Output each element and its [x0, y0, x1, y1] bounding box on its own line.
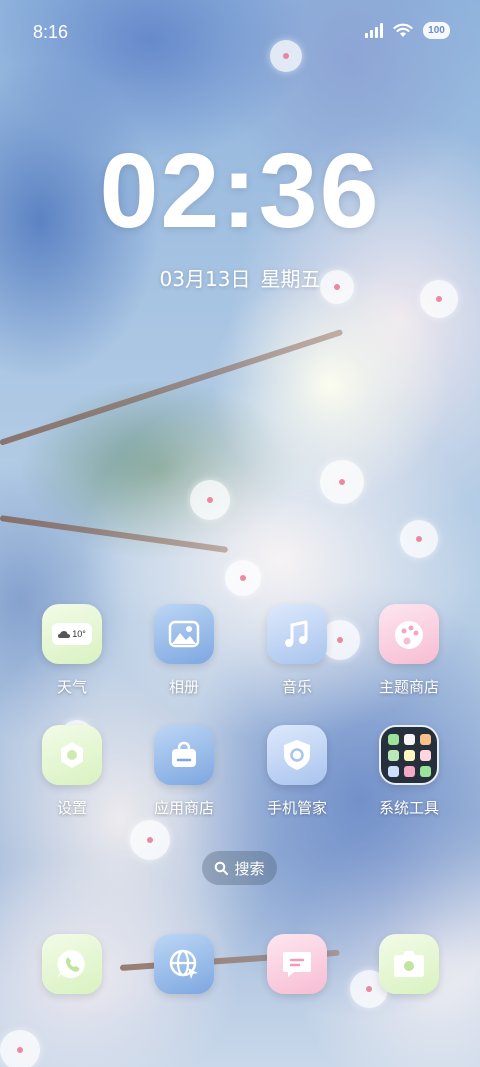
app-store-icon[interactable]: [154, 725, 214, 785]
app-system-tools-folder[interactable]: 系统工具: [359, 725, 459, 818]
app-settings[interactable]: 设置: [22, 725, 122, 818]
search-button[interactable]: 搜索: [202, 851, 277, 885]
battery-icon: 100: [423, 22, 450, 39]
wifi-icon: [393, 23, 413, 37]
message-icon[interactable]: [267, 934, 327, 994]
app-label: 手机管家: [266, 799, 327, 817]
weather-temp: 10°: [72, 629, 86, 639]
app-app-store[interactable]: 应用商店: [134, 725, 234, 818]
phone-icon[interactable]: [42, 934, 102, 994]
app-label: 音乐: [281, 678, 312, 696]
app-phone-manager[interactable]: 手机管家: [247, 725, 347, 818]
status-bar: 8:16 100: [0, 0, 480, 68]
settings-icon[interactable]: [42, 725, 102, 785]
browser-icon[interactable]: [154, 934, 214, 994]
dock-phone[interactable]: [22, 934, 122, 994]
app-label: 应用商店: [153, 799, 214, 817]
date-text: 03月13日: [159, 267, 251, 291]
app-label: 系统工具: [378, 799, 439, 817]
dock-browser[interactable]: [134, 934, 234, 994]
home-screen: 8:16 100 02:36 03月13日 星期五 10° 天气 相册 音乐 主…: [0, 0, 480, 1067]
dock-camera[interactable]: [359, 934, 459, 994]
lock-clock-date[interactable]: 03月13日 星期五: [0, 263, 480, 292]
app-theme-store[interactable]: 主题商店: [359, 604, 459, 697]
music-icon[interactable]: [267, 604, 327, 664]
app-gallery[interactable]: 相册: [134, 604, 234, 697]
app-weather[interactable]: 10° 天气: [22, 604, 122, 697]
app-label: 相册: [168, 678, 199, 696]
phone-manager-icon[interactable]: [267, 725, 327, 785]
lock-clock-time[interactable]: 02:36: [0, 138, 480, 244]
search-label: 搜索: [234, 859, 265, 878]
app-label: 设置: [56, 799, 87, 817]
app-music[interactable]: 音乐: [247, 604, 347, 697]
camera-icon[interactable]: [379, 934, 439, 994]
app-label: 天气: [56, 678, 87, 696]
theme-store-icon[interactable]: [379, 604, 439, 664]
gallery-icon[interactable]: [154, 604, 214, 664]
folder-icon[interactable]: [379, 725, 439, 785]
weather-icon[interactable]: 10°: [42, 604, 102, 664]
search-icon: [215, 861, 229, 875]
dock-messages[interactable]: [247, 934, 347, 994]
status-time: 8:16: [33, 22, 69, 42]
status-icons: 100: [365, 22, 450, 39]
weekday-text: 星期五: [260, 267, 321, 291]
app-label: 主题商店: [378, 678, 439, 696]
signal-icon: [365, 23, 383, 38]
